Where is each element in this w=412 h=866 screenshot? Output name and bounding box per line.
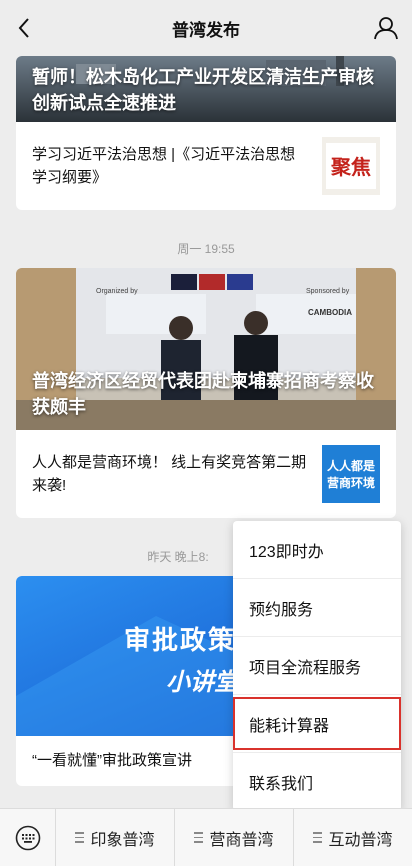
menu-tab-interaction[interactable]: 互动普湾: [294, 809, 412, 866]
menu-lines-icon: [313, 832, 323, 843]
menu-tab-label: 营商普湾: [209, 831, 274, 849]
user-icon: [374, 17, 398, 40]
banner-country-label: CAMBODIA: [308, 308, 352, 317]
menu-item-contact[interactable]: 联系我们: [233, 753, 401, 811]
article-headline: 暂师！松木岛化工产业开发区清洁生产审核创新试点全速推进: [32, 67, 374, 113]
thumbnail-text-line2: 营商环境: [327, 475, 375, 490]
sub-article-1[interactable]: 学习习近平法治思想 |《习近平法治思想学习纲要》 聚焦: [16, 122, 396, 210]
sub-article-title: 学习习近平法治思想 |《习近平法治思想学习纲要》: [32, 146, 296, 186]
keyboard-icon: [15, 825, 40, 850]
keyboard-toggle-button[interactable]: [0, 808, 56, 866]
bottom-menu-bar: 印象普湾 营商普湾 互动普湾: [0, 808, 412, 866]
article-card-2[interactable]: Organized by Sponsored by CAMBODIA 普湾经济区…: [16, 268, 396, 518]
menu-item-project-service[interactable]: 项目全流程服务: [233, 637, 401, 695]
article-hero[interactable]: Organized by Sponsored by CAMBODIA 普湾经济区…: [16, 268, 396, 430]
submenu-popup: 123即时办 预约服务 项目全流程服务 能耗计算器 联系我们: [233, 521, 401, 811]
thumbnail-text-line1: 人人都是: [327, 458, 376, 473]
article-card-1[interactable]: 暂师！松木岛化工产业开发区清洁生产审核创新试点全速推进 学习习近平法治思想 |《…: [16, 56, 396, 210]
article-hero[interactable]: 暂师！松木岛化工产业开发区清洁生产审核创新试点全速推进: [16, 56, 396, 122]
thumbnail-text: 聚焦: [330, 155, 371, 179]
top-bar: 普湾发布: [0, 0, 412, 56]
article-headline: 普湾经济区经贸代表团赴柬埔寨招商考察收获颇丰: [32, 371, 374, 417]
menu-tab-label: 互动普湾: [328, 831, 393, 849]
banner-sponsor-label: Sponsored by: [306, 288, 350, 295]
back-button[interactable]: [10, 14, 38, 42]
page-title: 普湾发布: [172, 20, 240, 40]
article-thumbnail: 人人都是 营商环境: [322, 445, 380, 503]
menu-tab-label: 印象普湾: [90, 831, 155, 849]
menu-lines-icon: [194, 832, 204, 843]
menu-tab-business[interactable]: 营商普湾: [175, 808, 294, 866]
profile-button[interactable]: [372, 14, 400, 42]
article-thumbnail: 聚焦: [322, 137, 380, 195]
sub-article-2[interactable]: 人人都是营商环境！ 线上有奖竞答第二期来袭! 人人都是 营商环境: [16, 430, 396, 518]
menu-tab-impression[interactable]: 印象普湾: [56, 808, 175, 866]
menu-item-appointment[interactable]: 预约服务: [233, 579, 401, 637]
chevron-left-icon: [18, 18, 29, 38]
menu-item-instant-service[interactable]: 123即时办: [233, 521, 401, 579]
menu-item-energy-calculator[interactable]: 能耗计算器: [233, 695, 401, 753]
banner-title-line1: 审批政策: [124, 625, 237, 655]
menu-lines-icon: [75, 832, 85, 843]
banner-title-line2: 小讲堂: [166, 669, 238, 696]
banner-organizer-label: Organized by: [96, 288, 138, 295]
sub-article-title: 人人都是营商环境！ 线上有奖竞答第二期来袭!: [32, 454, 307, 494]
timestamp: 周一 19:55: [177, 242, 235, 256]
